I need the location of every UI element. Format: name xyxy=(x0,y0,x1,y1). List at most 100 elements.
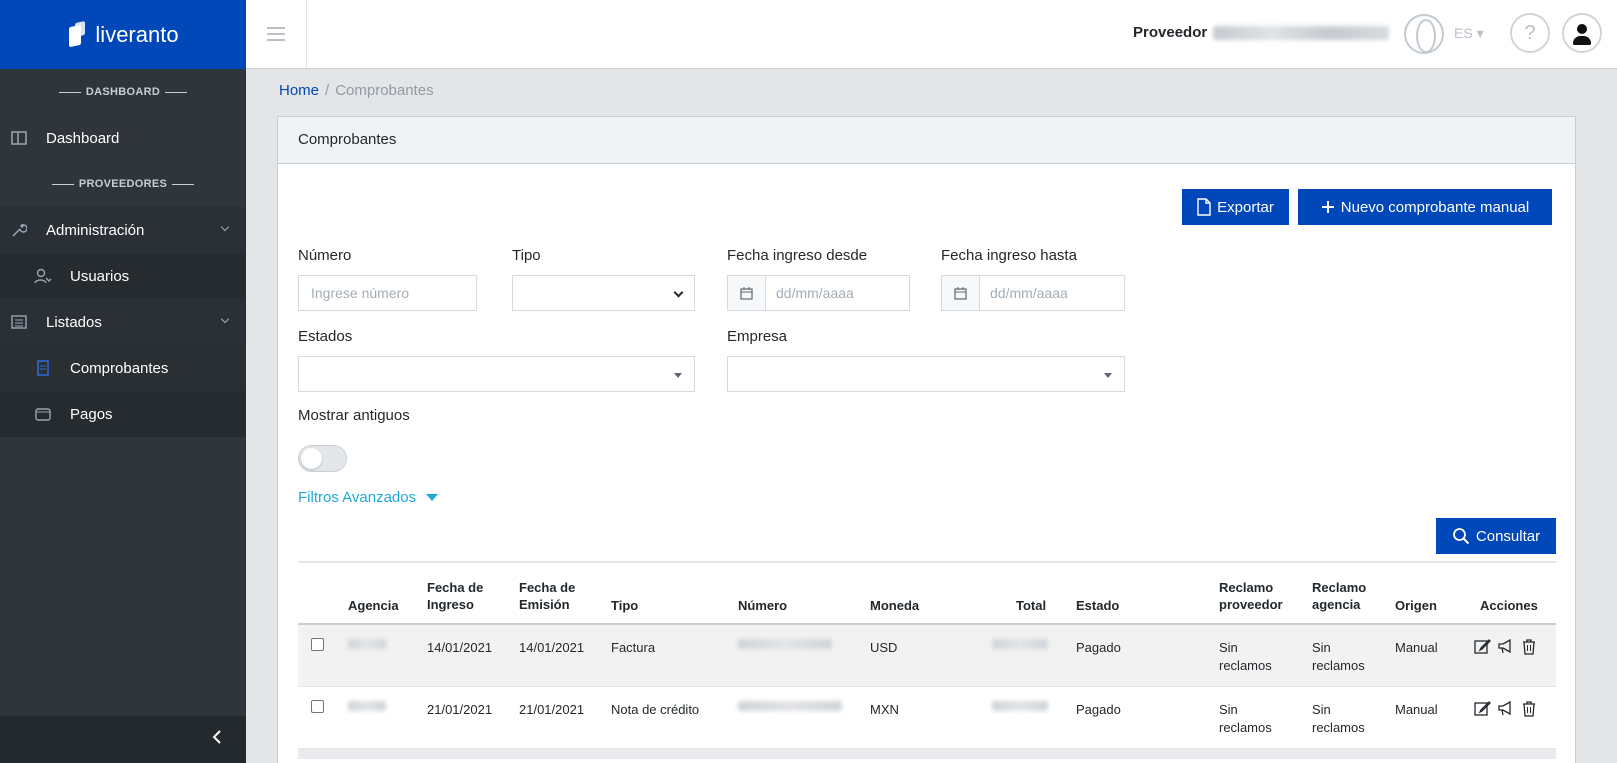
wrench-icon xyxy=(10,221,28,239)
cell-reclamo-proveedor: Sin reclamos xyxy=(1219,640,1272,673)
trash-icon[interactable] xyxy=(1520,700,1537,717)
calendar-icon xyxy=(942,276,980,310)
mostrar-antiguos-toggle[interactable] xyxy=(298,445,347,472)
trash-icon[interactable] xyxy=(1520,638,1537,655)
edit-icon[interactable] xyxy=(1474,638,1491,655)
megaphone-icon[interactable] xyxy=(1497,638,1514,655)
cell-fecha-ingreso: 14/01/2021 xyxy=(427,640,493,655)
numero-input[interactable]: Ingrese número xyxy=(298,275,477,311)
provider-info: Proveedor xyxy=(1133,24,1390,41)
cell-estado: Pagado xyxy=(1076,702,1121,717)
col-reclamo-proveedor[interactable]: Reclamo proveedor xyxy=(1219,579,1283,613)
empresa-select[interactable] xyxy=(727,356,1125,392)
cell-origen: Manual xyxy=(1395,702,1438,717)
sidebar-item-pagos[interactable]: Pagos xyxy=(0,391,246,437)
export-button[interactable]: Exportar xyxy=(1182,189,1289,225)
cell-reclamo-agencia: Sin reclamos xyxy=(1312,640,1365,673)
sidebar-item-label: Comprobantes xyxy=(70,359,169,377)
cell-estado: Pagado xyxy=(1076,640,1121,655)
breadcrumb-home-link[interactable]: Home xyxy=(279,82,319,99)
sidebar-item-label: Dashboard xyxy=(46,129,120,147)
user-menu-button[interactable] xyxy=(1562,13,1602,53)
col-fecha-emision[interactable]: Fecha de Emisión xyxy=(519,579,575,613)
megaphone-icon[interactable] xyxy=(1497,700,1514,717)
help-button[interactable]: ? xyxy=(1510,13,1550,53)
sidebar-minimize-button[interactable] xyxy=(0,716,246,763)
new-manual-voucher-button[interactable]: Nuevo comprobante manual xyxy=(1298,189,1552,225)
fecha-hasta-label: Fecha ingreso hasta xyxy=(941,247,1077,264)
calendar-icon xyxy=(728,276,766,310)
chevron-left-icon xyxy=(212,729,222,750)
col-reclamo-agencia[interactable]: Reclamo agencia xyxy=(1312,579,1366,613)
row-checkbox[interactable] xyxy=(311,700,324,713)
file-icon xyxy=(1197,198,1211,216)
cell-reclamo-agencia: Sin reclamos xyxy=(1312,702,1365,735)
cell-fecha-emision: 14/01/2021 xyxy=(519,640,585,655)
sidebar: liveranto DASHBOARD Dashboard PROVEEDORE… xyxy=(0,0,246,763)
brand-logo[interactable]: liveranto xyxy=(0,0,246,69)
empresa-label: Empresa xyxy=(727,328,788,345)
sidebar-item-listados[interactable]: Listados xyxy=(0,299,246,345)
estados-select[interactable] xyxy=(298,356,695,392)
col-origen[interactable]: Origen xyxy=(1395,597,1437,614)
sidebar-item-usuarios[interactable]: Usuarios xyxy=(0,253,246,299)
tipo-label: Tipo xyxy=(512,247,541,264)
fecha-desde-input[interactable]: dd/mm/aaaa xyxy=(727,275,910,311)
tipo-select[interactable] xyxy=(512,275,695,311)
fecha-hasta-input[interactable]: dd/mm/aaaa xyxy=(941,275,1125,311)
plus-icon xyxy=(1321,201,1334,213)
wallet-icon xyxy=(34,405,52,423)
logo-icon xyxy=(67,22,87,48)
advanced-filters-toggle[interactable]: Filtros Avanzados xyxy=(298,489,439,506)
table-header: Agencia Fecha de Ingreso Fecha de Emisión … xyxy=(298,563,1556,625)
row-actions xyxy=(1474,700,1537,717)
dashboard-icon xyxy=(10,129,28,147)
users-icon xyxy=(34,267,52,285)
estados-label: Estados xyxy=(298,328,353,345)
search-icon xyxy=(1452,528,1470,545)
chevron-down-icon xyxy=(673,287,684,298)
sidebar-item-label: Pagos xyxy=(70,405,113,423)
col-agencia[interactable]: Agencia xyxy=(348,597,399,614)
caret-down-icon xyxy=(674,373,682,378)
user-icon xyxy=(1577,24,1587,34)
globe-icon[interactable] xyxy=(1404,14,1444,54)
question-icon: ? xyxy=(1524,22,1536,44)
col-tipo[interactable]: Tipo xyxy=(611,597,638,614)
sidebar-item-administracion[interactable]: Administración xyxy=(0,207,246,253)
list-icon xyxy=(10,313,28,331)
card-title: Comprobantes xyxy=(278,117,1575,164)
col-moneda[interactable]: Moneda xyxy=(870,597,919,614)
sidebar-item-label: Administración xyxy=(46,221,145,239)
breadcrumb-current: Comprobantes xyxy=(335,82,434,99)
cell-moneda: MXN xyxy=(870,702,899,717)
table-row: 21/01/2021 21/01/2021 Nota de crédito MX… xyxy=(298,687,1556,749)
cell-tipo: Factura xyxy=(611,640,656,655)
sidebar-item-comprobantes[interactable]: Comprobantes xyxy=(0,345,246,391)
document-icon xyxy=(34,359,52,377)
row-checkbox[interactable] xyxy=(311,638,324,651)
cell-fecha-emision: 21/01/2021 xyxy=(519,702,585,717)
col-numero[interactable]: Número xyxy=(738,597,787,614)
col-fecha-ingreso[interactable]: Fecha de Ingreso xyxy=(427,579,483,613)
caret-down-icon xyxy=(1104,373,1112,378)
numero-label: Número xyxy=(298,247,352,264)
col-total[interactable]: Total xyxy=(1016,597,1046,614)
top-header: Proveedor ES ▾ ? xyxy=(246,0,1617,69)
language-selector[interactable]: ES ▾ xyxy=(1454,25,1484,42)
mostrar-antiguos-label: Mostrar antiguos xyxy=(298,407,410,424)
nav-section-dashboard: DASHBOARD xyxy=(0,69,246,115)
menu-toggle-button[interactable] xyxy=(246,0,307,68)
chevron-down-icon xyxy=(220,314,230,324)
nav-section-proveedores: PROVEEDORES xyxy=(0,161,246,207)
sidebar-item-label: Usuarios xyxy=(70,267,130,285)
cell-fecha-ingreso: 21/01/2021 xyxy=(427,702,493,717)
hamburger-icon xyxy=(267,33,285,35)
fecha-desde-label: Fecha ingreso desde xyxy=(727,247,868,264)
caret-down-icon xyxy=(426,494,439,501)
consult-button[interactable]: Consultar xyxy=(1436,518,1556,554)
row-actions xyxy=(1474,638,1537,655)
col-estado[interactable]: Estado xyxy=(1076,597,1119,614)
edit-icon[interactable] xyxy=(1474,700,1491,717)
sidebar-item-dashboard[interactable]: Dashboard xyxy=(0,115,246,161)
